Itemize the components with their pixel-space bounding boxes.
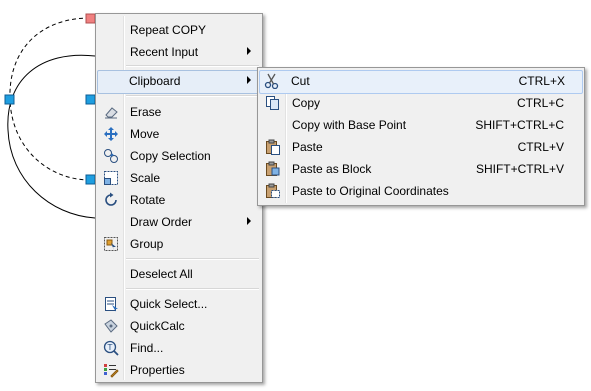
menu-item-label: Erase: [130, 105, 162, 119]
paste-original-coordinates-icon: [265, 183, 281, 199]
menu-item-repeat-copy[interactable]: Repeat COPY: [98, 19, 260, 41]
menu-item-label: Properties: [130, 363, 185, 377]
shortcut-label: SHIFT+CTRL+C: [475, 118, 564, 132]
shortcut-label: SHIFT+CTRL+V: [475, 162, 564, 176]
svg-text:T: T: [107, 343, 113, 352]
menu-separator: [126, 288, 259, 290]
group-icon: [103, 236, 119, 252]
menu-item-recent-input[interactable]: Recent Input: [98, 41, 260, 63]
menu-item-cut[interactable]: Cut CTRL+X: [259, 70, 583, 94]
menu-item-clipboard[interactable]: Clipboard: [97, 70, 261, 94]
selected-arc[interactable]: [9, 17, 91, 181]
grip-mid[interactable]: [85, 94, 96, 105]
grip-left[interactable]: [4, 94, 15, 105]
menu-item-paste-to-original-coordinates[interactable]: Paste to Original Coordinates: [260, 180, 582, 202]
menu-separator: [126, 65, 259, 67]
copy-icon: [265, 95, 281, 111]
quick-select-icon: [103, 296, 119, 312]
copy-selection-icon: [103, 148, 119, 164]
menu-item-label: Paste as Block: [292, 162, 372, 176]
shortcut-label: CTRL+V: [517, 140, 564, 154]
menu-item-label: Copy with Base Point: [292, 118, 407, 132]
menu-item-label: Rotate: [130, 193, 166, 207]
menu-item-move[interactable]: Move: [98, 123, 260, 145]
submenu-arrow-icon: [247, 217, 251, 225]
menu-item-find[interactable]: T Find...: [98, 337, 260, 359]
clipboard-submenu: Cut CTRL+X Copy CTRL+C Copy with Base Po…: [257, 67, 585, 206]
menu-item-scale[interactable]: Scale: [98, 167, 260, 189]
menu-item-label: Paste: [292, 140, 323, 154]
menu-item-label: Deselect All: [130, 267, 193, 281]
menu-item-label: Repeat COPY: [130, 23, 207, 37]
menu-item-label: Copy: [292, 96, 321, 110]
menu-item-copy[interactable]: Copy CTRL+C: [260, 92, 582, 114]
menu-item-group[interactable]: Group: [98, 233, 260, 255]
grip-bottom[interactable]: [85, 174, 96, 185]
eraser-icon: [103, 104, 119, 120]
menu-item-label: Draw Order: [130, 215, 193, 229]
menu-item-label: Paste to Original Coordinates: [292, 184, 449, 198]
menu-item-label: Cut: [291, 74, 310, 88]
menu-item-properties[interactable]: Properties: [98, 359, 260, 381]
paste-block-icon: [265, 161, 281, 177]
context-menu: Repeat COPY Recent Input Clipboard Erase…: [95, 13, 263, 383]
shortcut-label: CTRL+C: [516, 96, 564, 110]
menu-item-label: Recent Input: [130, 45, 199, 59]
scale-icon: [103, 170, 119, 186]
grip-hot[interactable]: [85, 13, 96, 24]
move-arrows-icon: [103, 126, 119, 142]
menu-item-draw-order[interactable]: Draw Order: [98, 211, 260, 233]
menu-item-copy-with-base-point[interactable]: Copy with Base Point SHIFT+CTRL+C: [260, 114, 582, 136]
menu-item-rotate[interactable]: Rotate: [98, 189, 260, 211]
menu-item-paste-as-block[interactable]: Paste as Block SHIFT+CTRL+V: [260, 158, 582, 180]
menu-item-label: Find...: [130, 341, 164, 355]
menu-item-paste[interactable]: Paste CTRL+V: [260, 136, 582, 158]
menu-separator: [126, 258, 259, 260]
menu-item-label: Move: [130, 127, 160, 141]
menu-separator: [126, 95, 259, 97]
menu-item-quickcalc[interactable]: QuickCalc: [98, 315, 260, 337]
menu-item-label: Quick Select...: [130, 297, 208, 311]
submenu-arrow-icon: [247, 47, 251, 55]
find-icon: T: [103, 340, 119, 356]
submenu-arrow-icon: [247, 76, 251, 84]
menu-item-quick-select[interactable]: Quick Select...: [98, 293, 260, 315]
menu-item-label: Scale: [130, 171, 161, 185]
shortcut-label: CTRL+X: [518, 74, 565, 88]
menu-item-label: QuickCalc: [130, 319, 185, 333]
menu-item-erase[interactable]: Erase: [98, 101, 260, 123]
menu-item-label: Copy Selection: [130, 149, 211, 163]
rotate-icon: [103, 192, 119, 208]
menu-item-label: Group: [130, 237, 164, 251]
menu-item-label: Clipboard: [129, 74, 181, 88]
menu-item-copy-selection[interactable]: Copy Selection: [98, 145, 260, 167]
arc-line[interactable]: [7, 54, 96, 219]
scissors-icon: [264, 73, 280, 90]
menu-item-deselect-all[interactable]: Deselect All: [98, 263, 260, 285]
paste-icon: [265, 139, 281, 155]
calculator-icon: [103, 318, 119, 334]
properties-icon: [103, 362, 119, 378]
